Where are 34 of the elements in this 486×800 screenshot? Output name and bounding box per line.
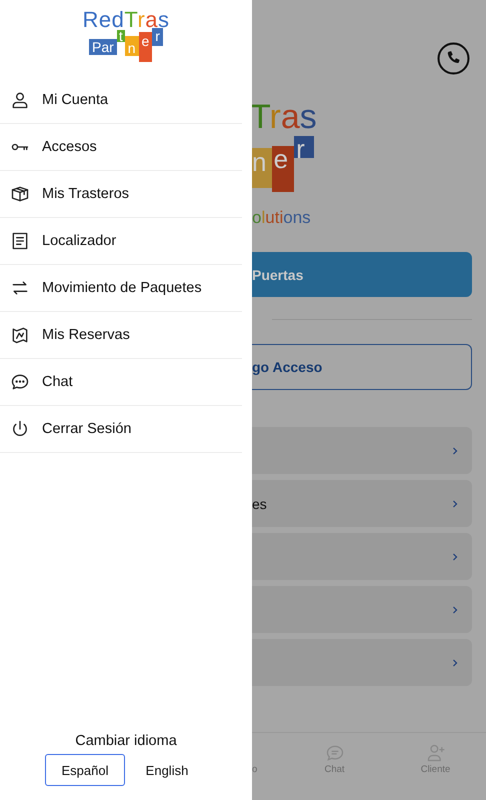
chevron-icon [452, 658, 458, 668]
chevron-icon [452, 604, 458, 614]
menu-item[interactable]: Cerrar Sesión [0, 406, 242, 453]
card-label: es [252, 496, 267, 512]
chevron-icon [452, 498, 458, 508]
menu-item[interactable]: Localizador [0, 218, 242, 265]
language-option[interactable]: Español [45, 754, 125, 786]
logo: Tras n e r olutions [252, 98, 314, 228]
menu-item[interactable]: Mis Trasteros [0, 171, 242, 218]
add-person-icon [426, 743, 446, 763]
box-icon [10, 184, 30, 204]
list-card[interactable]: es [252, 480, 472, 527]
menu-item[interactable]: Movimiento de Paquetes [0, 265, 242, 312]
list-card[interactable] [252, 639, 472, 686]
person-icon [10, 90, 30, 110]
menu-item[interactable]: Mis Reservas [0, 312, 242, 359]
chat-icon [10, 372, 30, 392]
list-card[interactable] [252, 586, 472, 633]
list-card[interactable] [252, 427, 472, 474]
document-icon [10, 231, 30, 251]
reservation-icon [10, 325, 30, 345]
logo: RedTras Par t n e r [83, 8, 169, 64]
language-title: Cambiar idioma [75, 733, 177, 749]
menu-item[interactable]: Accesos [0, 124, 242, 171]
power-icon [10, 419, 30, 439]
chevron-icon [452, 552, 458, 562]
phone-icon[interactable] [437, 42, 470, 74]
chat-icon [324, 743, 344, 763]
menu-item[interactable]: Chat [0, 359, 242, 406]
access-code-button[interactable]: go Acceso [252, 344, 472, 390]
chevron-icon [452, 446, 458, 456]
list-card[interactable] [252, 533, 472, 580]
menu-item[interactable]: Mi Cuenta [0, 77, 242, 124]
doors-button[interactable]: Puertas [252, 252, 472, 297]
